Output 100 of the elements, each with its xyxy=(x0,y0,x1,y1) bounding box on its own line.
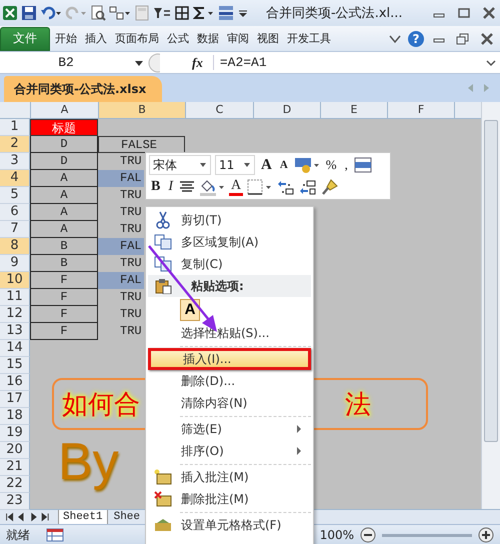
print-preview-icon[interactable] xyxy=(90,5,106,21)
grow-font-button[interactable]: A xyxy=(259,156,274,174)
increase-decimal-icon[interactable] xyxy=(277,179,296,195)
row-header[interactable]: 11 xyxy=(0,289,30,306)
shrink-font-button[interactable]: A xyxy=(278,159,290,171)
sheet-tab[interactable]: Shee xyxy=(110,510,144,524)
collapse-ribbon-icon[interactable] xyxy=(388,32,402,44)
help-button[interactable]: ? xyxy=(408,30,424,46)
row-header[interactable]: 10 xyxy=(0,272,30,289)
row-header[interactable]: 22 xyxy=(0,476,30,493)
row-header[interactable]: 13 xyxy=(0,323,30,340)
row-header[interactable]: 8 xyxy=(0,238,30,255)
insert-row-icon[interactable] xyxy=(218,5,234,21)
ribbon-tab[interactable]: 开始 xyxy=(52,31,80,46)
layout-icon[interactable] xyxy=(109,5,131,21)
row-header[interactable]: 18 xyxy=(0,408,30,425)
row-header[interactable]: 6 xyxy=(0,204,30,221)
format-button[interactable]: , xyxy=(342,157,350,173)
paste-option-button[interactable]: A xyxy=(180,298,200,320)
ribbon-tab[interactable]: 插入 xyxy=(82,31,110,46)
row-header[interactable]: 1 xyxy=(0,119,30,136)
row-header[interactable]: 17 xyxy=(0,391,30,408)
menu-item[interactable]: 复制(C) xyxy=(148,253,311,275)
menu-section-header: 粘贴选项: xyxy=(148,275,311,297)
column-header[interactable]: F xyxy=(388,102,455,118)
row-header[interactable]: 9 xyxy=(0,255,30,272)
ribbon-tab[interactable]: 开发工具 xyxy=(284,31,334,46)
ribbon-tab[interactable]: 视图 xyxy=(254,31,282,46)
close-icon[interactable] xyxy=(478,32,496,46)
table-cell: F xyxy=(30,323,98,340)
table-cell: A xyxy=(30,221,98,238)
ribbon-tab[interactable]: 页面布局 xyxy=(112,31,162,46)
menu-item[interactable]: 排序(O) xyxy=(148,440,311,462)
font-size-field[interactable]: 11 xyxy=(215,155,255,175)
accounting-format-icon[interactable] xyxy=(294,156,320,174)
menu-item[interactable]: 插入批注(M) xyxy=(148,466,311,488)
zoom-out-icon[interactable] xyxy=(360,527,376,543)
table-cell-text: TRU xyxy=(119,306,143,323)
borders-icon[interactable] xyxy=(174,5,190,21)
table-cell: FAL xyxy=(98,272,144,289)
menu-item[interactable]: 删除(D)... xyxy=(148,370,311,392)
column-header[interactable]: E xyxy=(321,102,388,118)
row-header[interactable]: 23 xyxy=(0,493,30,510)
column-header[interactable]: C xyxy=(186,102,254,118)
menu-item[interactable]: 多区域复制(A) xyxy=(148,231,311,253)
row-header[interactable]: 5 xyxy=(0,187,30,204)
workbook-tab[interactable]: 合并同类项-公式法.xlsx xyxy=(4,76,162,102)
zoom-in-icon[interactable] xyxy=(478,527,494,543)
menu-item[interactable]: 筛选(E) xyxy=(148,418,311,440)
column-header[interactable]: B xyxy=(99,102,186,118)
menu-item[interactable]: 剪切(T) xyxy=(148,209,311,231)
filter-icon[interactable] xyxy=(153,5,171,21)
table-cell: A xyxy=(30,187,98,204)
sheet-tab[interactable]: Sheet1 xyxy=(58,510,108,524)
ribbon-tab[interactable]: 数据 xyxy=(194,31,222,46)
row-header[interactable]: 3 xyxy=(0,153,30,170)
row-header[interactable]: 21 xyxy=(0,459,30,476)
file-tab[interactable]: 文件 xyxy=(0,26,50,50)
ribbon-tab[interactable]: 审阅 xyxy=(224,31,252,46)
format-button[interactable]: % xyxy=(324,157,339,173)
column-header[interactable]: D xyxy=(254,102,321,118)
borders-icon[interactable] xyxy=(247,179,274,195)
menu-item[interactable]: 设置单元格格式(F) xyxy=(148,514,311,536)
close-icon[interactable] xyxy=(480,6,498,20)
row-header[interactable]: 16 xyxy=(0,374,30,391)
row-header[interactable]: 2 xyxy=(0,136,30,153)
row-header[interactable]: 12 xyxy=(0,306,30,323)
row-header[interactable]: 7 xyxy=(0,221,30,238)
copy-icon xyxy=(154,256,172,272)
undo-icon[interactable] xyxy=(40,5,62,21)
row-header[interactable]: 14 xyxy=(0,340,30,357)
bold-button[interactable]: B xyxy=(149,179,162,195)
menu-item[interactable]: 清除内容(N) xyxy=(148,392,311,414)
menu-item[interactable]: 删除批注(M) xyxy=(148,488,311,510)
save-icon[interactable] xyxy=(21,5,37,21)
row-header[interactable]: 20 xyxy=(0,442,30,459)
decrease-decimal-icon[interactable] xyxy=(299,179,318,195)
font-name-field[interactable]: 宋体 xyxy=(149,155,211,175)
font-color-button[interactable]: A xyxy=(229,178,244,196)
copy-icon xyxy=(154,234,172,250)
format-painter-icon[interactable] xyxy=(321,178,340,196)
row-header[interactable]: 15 xyxy=(0,357,30,374)
ribbon-tab[interactable]: 公式 xyxy=(164,31,192,46)
dropdown-icon[interactable] xyxy=(199,162,207,168)
row-header[interactable]: 4 xyxy=(0,170,30,187)
menu-item[interactable]: 插入(I)... xyxy=(148,348,311,370)
italic-button[interactable]: I xyxy=(166,179,176,195)
menu-item[interactable]: 选择性粘贴(S)... xyxy=(148,322,311,344)
row-header[interactable]: 19 xyxy=(0,425,30,442)
record-macro-icon[interactable] xyxy=(46,528,64,542)
zoom-level[interactable]: 100% xyxy=(320,528,354,542)
sum-icon[interactable] xyxy=(193,5,215,21)
merge-cells-icon[interactable] xyxy=(354,157,372,173)
formula-field[interactable]: =A2=A1 xyxy=(212,55,482,70)
vertical-scrollbar[interactable] xyxy=(481,102,500,509)
insert-function-button[interactable]: fx xyxy=(192,54,203,70)
name-box[interactable]: B2 xyxy=(0,55,132,70)
align-center-icon[interactable] xyxy=(179,180,196,194)
dropdown-icon[interactable] xyxy=(243,162,251,168)
fill-color-icon[interactable] xyxy=(199,178,226,196)
